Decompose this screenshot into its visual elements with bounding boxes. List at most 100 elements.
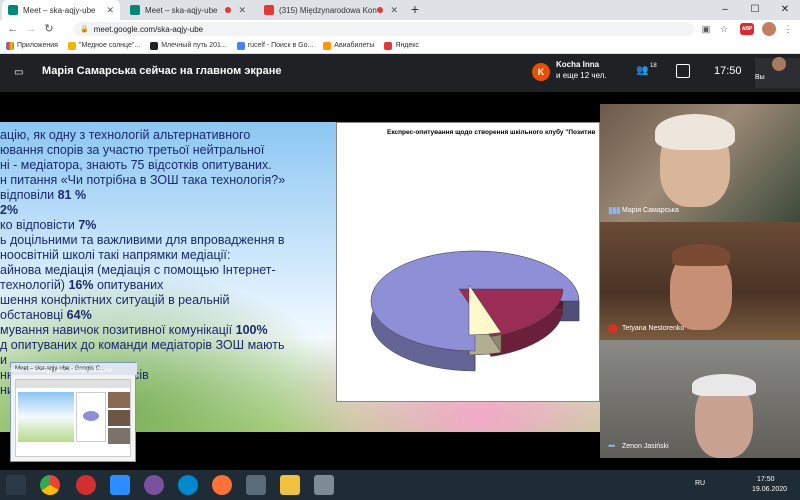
profile-avatar[interactable] (762, 22, 776, 36)
slide-line-text: опитуваних (93, 278, 164, 292)
mic-off-icon (608, 324, 618, 333)
tab-title: Meet – ska-aqjy-ube (23, 5, 96, 15)
self-label: Вы (755, 74, 765, 81)
slide-line: ко відповісти 7% (0, 218, 336, 233)
bookmark-item[interactable]: Млечный путь 201... (150, 41, 227, 50)
viber-icon[interactable] (144, 475, 164, 495)
address-bar: ← → ↻ 🔒 meet.google.com/ska-aqjy-ube ▣ ☆… (0, 20, 800, 38)
maximize-button[interactable]: ☐ (740, 0, 770, 20)
url-input[interactable]: 🔒 meet.google.com/ska-aqjy-ube (74, 22, 694, 36)
adblock-icon[interactable]: ABP (740, 23, 754, 35)
slide-line-text: айнова медіація (медіація с помощью Інте… (0, 263, 276, 277)
video-tile[interactable]: ••• Zenon Jasiński (600, 340, 800, 458)
language-indicator[interactable]: RU (695, 480, 705, 487)
bookmark-star-icon[interactable]: ☆ (718, 23, 730, 35)
slide-line-value: 2% (0, 203, 19, 217)
menu-kebab-icon[interactable]: ⋮ (782, 23, 794, 35)
avatar: K (532, 63, 550, 81)
video-tile[interactable]: ▮▮▮ Марія Самарська (600, 104, 800, 222)
slide-line: айнова медіація (медіація с помощью Інте… (0, 263, 336, 278)
zoom-icon[interactable] (110, 475, 130, 495)
tab-youtube[interactable]: (315) Międzynarodowa Konfere ✕ (258, 0, 404, 20)
windows-taskbar: RU 17:50 19.06.2020 (0, 470, 800, 500)
minimize-button[interactable]: – (710, 0, 740, 20)
start-windows-icon[interactable] (6, 475, 26, 495)
bookmark-apps[interactable]: Приложения (6, 41, 58, 50)
video-tile[interactable]: Tetyana Nestorenko (600, 222, 800, 340)
slide-line: 2% (0, 203, 336, 218)
tab-title: (315) Międzynarodowa Konfere (279, 5, 377, 15)
slide-line: мування навичок позитивної комунікації 1… (0, 323, 336, 338)
bookmark-label: Млечный путь 201... (161, 42, 227, 49)
reload-icon[interactable]: ↻ (42, 22, 56, 36)
bookmark-item[interactable]: "Медное солнце"... (67, 41, 141, 50)
url-text: meet.google.com/ska-aqjy-ube (93, 24, 204, 34)
forward-icon[interactable]: → (24, 22, 38, 36)
bookmark-item[interactable]: Яндекс (384, 41, 419, 50)
tab-meet-active[interactable]: Meet – ska-aqjy-ube ✕ (2, 0, 120, 20)
pie-chart-svg (370, 250, 580, 372)
slide-line-text: відповіли (0, 188, 58, 202)
file-explorer-icon[interactable] (280, 475, 300, 495)
page-favicon-icon (323, 41, 332, 50)
app-window-icon[interactable] (246, 475, 266, 495)
slide-line-text: ь доцільними та важливими для впроваджен… (0, 233, 285, 247)
slide-line-value: 64% (66, 308, 92, 322)
yandex-favicon-icon (384, 41, 393, 50)
present-screen-icon: ▭ (14, 67, 24, 78)
participant-hair (672, 244, 730, 266)
speaking-indicator-icon: ▮▮▮ (608, 205, 621, 215)
youtube-favicon-icon (264, 5, 274, 15)
slide-text: ацію, як одну з технологій альтернативно… (0, 128, 336, 398)
lock-icon: 🔒 (80, 26, 89, 33)
preview-chart (76, 392, 106, 442)
telegram-icon[interactable] (178, 475, 198, 495)
chrome-icon[interactable] (40, 475, 60, 495)
back-icon[interactable]: ← (6, 22, 20, 36)
opera-icon[interactable] (76, 475, 96, 495)
bookmark-label: Приложения (17, 42, 58, 49)
close-tab-icon[interactable]: ✕ (106, 5, 114, 16)
bookmark-label: Яндекс (395, 42, 419, 49)
slide-line: ноосвітній школі такі напрямки медіації: (0, 248, 336, 263)
tile-name: Zenon Jasiński (622, 443, 669, 450)
slide-line-value: 16% (68, 278, 94, 292)
camera-permission-icon[interactable]: ▣ (700, 23, 712, 35)
firefox-icon[interactable] (212, 475, 232, 495)
preview-thumbnail (15, 379, 131, 457)
slide-line-text: ні - медіатора, знають 75 відсотків опит… (0, 158, 272, 172)
window-preview[interactable]: Meet – ska-aqjy-ube - Google C... (10, 362, 137, 462)
slide-line-text: ацію, як одну з технологій альтернативно… (0, 128, 251, 142)
new-tab-button[interactable]: + (407, 2, 423, 18)
bookmark-item[interactable]: rucelf - Поиск в Go... (236, 41, 313, 50)
slide-line-text: и (0, 353, 7, 367)
tab-title: Meet – ska-aqjy-ube (145, 5, 218, 15)
close-window-button[interactable]: ✕ (770, 0, 800, 20)
close-tab-icon[interactable]: ✕ (390, 5, 398, 16)
people-count: 18 (650, 63, 657, 69)
close-tab-icon[interactable]: ✕ (238, 5, 246, 16)
preview-slide (18, 392, 74, 442)
slide-line-text: шення конфліктних ситуацій в реальній (0, 293, 230, 307)
preview-video (108, 392, 130, 408)
chat-icon[interactable] (676, 64, 690, 78)
preview-video (108, 410, 130, 426)
slide-line-text: ювання спорів за участю третьої нейтраль… (0, 143, 265, 157)
meet-favicon-icon (130, 5, 140, 15)
slide-line: ювання спорів за участю третьої нейтраль… (0, 143, 336, 158)
bookmark-label: Авиабилеты (334, 42, 375, 49)
tray-date[interactable]: 19.06.2020 (752, 486, 787, 493)
tray-time[interactable]: 17:50 (757, 476, 775, 483)
app-icon[interactable] (314, 475, 334, 495)
google-favicon-icon (236, 41, 245, 50)
slide-line: д опитуваних до команди медіаторів ЗОШ м… (0, 338, 336, 353)
bookmark-label: "Медное солнце"... (78, 42, 141, 49)
participant-more: и еще 12 чел. (556, 71, 607, 80)
preview-caption: Meet – ska-aqjy-ube - Google Chrome (10, 368, 113, 374)
meeting-clock: 17:50 (714, 65, 742, 77)
page-favicon-icon (150, 41, 159, 50)
page-favicon-icon (67, 41, 76, 50)
tab-meet-2[interactable]: Meet – ska-aqjy-ube ✕ (124, 0, 252, 20)
bookmark-item[interactable]: Авиабилеты (323, 41, 375, 50)
self-avatar (772, 57, 786, 71)
